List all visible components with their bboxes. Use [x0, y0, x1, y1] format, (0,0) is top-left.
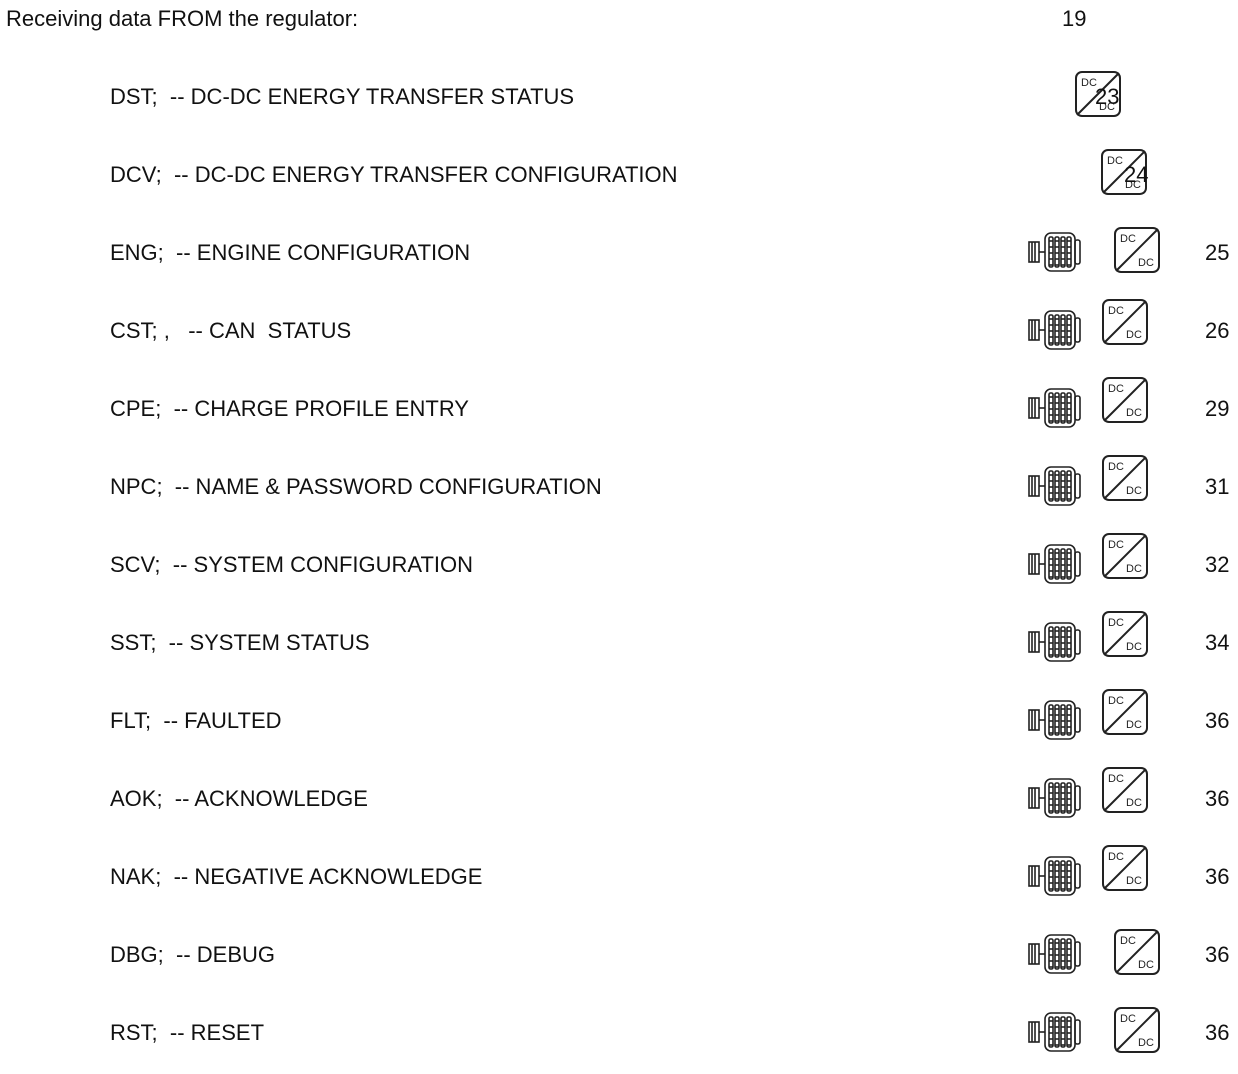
alternator-icon [1028, 622, 1081, 662]
message-page-number: 36 [1205, 1020, 1230, 1045]
message-page-number: 31 [1205, 474, 1230, 499]
dcdc-converter-icon: DCDC [1102, 533, 1148, 579]
svg-text:DC: DC [1138, 1037, 1154, 1049]
svg-text:DC: DC [1108, 383, 1124, 395]
svg-text:DC: DC [1126, 797, 1142, 809]
message-entry: CST; , -- CAN STATUS DC DC 26 [0, 294, 1238, 372]
svg-text:DC: DC [1120, 1013, 1136, 1025]
message-entry: DCV; -- DC-DC ENERGY TRANSFER CONFIGURAT… [0, 138, 1238, 216]
dcdc-converter-icon: DCDC [1102, 767, 1148, 813]
message-label: RST; -- RESET [110, 1020, 265, 1045]
svg-text:DC: DC [1107, 155, 1123, 167]
message-entry: NPC; -- NAME & PASSWORD CONFIGURATION DC D… [0, 450, 1238, 528]
message-page-number: 24 [1124, 162, 1149, 187]
message-label: NAK; -- NEGATIVE ACKNOWLEDGE [110, 864, 483, 889]
alternator-icon [1028, 466, 1081, 506]
message-entry: FLT; -- FAULTED DC DC 36 [0, 684, 1238, 762]
dcdc-converter-icon: DCDC [1114, 929, 1160, 975]
message-page-number: 25 [1205, 240, 1230, 265]
message-page-number: 32 [1205, 552, 1230, 577]
svg-text:DC: DC [1126, 563, 1142, 575]
message-label: CPE; -- CHARGE PROFILE ENTRY [110, 396, 469, 421]
message-label: SST; -- SYSTEM STATUS [110, 630, 370, 655]
svg-text:DC: DC [1120, 935, 1136, 947]
svg-text:DC: DC [1126, 329, 1142, 341]
svg-text:DC: DC [1126, 641, 1142, 653]
svg-text:DC: DC [1138, 959, 1154, 971]
message-entry: DST; -- DC-DC ENERGY TRANSFER STATUS DC DC… [0, 60, 1238, 138]
message-page-number: 34 [1205, 630, 1230, 655]
dcdc-converter-icon: DCDC [1102, 299, 1148, 345]
svg-text:DC: DC [1126, 875, 1142, 887]
svg-text:DC: DC [1108, 461, 1124, 473]
alternator-icon [1028, 856, 1081, 896]
message-page-number: 23 [1095, 84, 1120, 109]
message-entry: SCV; -- SYSTEM CONFIGURATION DC DC 32 [0, 528, 1238, 606]
svg-text:DC: DC [1126, 485, 1142, 497]
alternator-icon [1028, 544, 1081, 584]
message-entry: AOK; -- ACKNOWLEDGE DC DC 36 [0, 762, 1238, 840]
section-page-number: 19 [1062, 6, 1087, 31]
alternator-icon [1028, 700, 1081, 740]
message-page-number: 29 [1205, 396, 1230, 421]
svg-text:DC: DC [1120, 233, 1136, 245]
message-label: NPC; -- NAME & PASSWORD CONFIGURATION [110, 474, 602, 499]
message-label: DST; -- DC-DC ENERGY TRANSFER STATUS [110, 84, 575, 109]
dcdc-converter-icon: DCDC [1102, 689, 1148, 735]
message-page-number: 36 [1205, 864, 1230, 889]
alternator-icon [1028, 778, 1081, 818]
message-label: FLT; -- FAULTED [110, 708, 282, 733]
svg-text:DC: DC [1126, 719, 1142, 731]
svg-text:DC: DC [1108, 539, 1124, 551]
svg-text:DC: DC [1138, 257, 1154, 269]
message-label: DBG; -- DEBUG [110, 942, 276, 967]
message-label: CST; , -- CAN STATUS [110, 318, 352, 343]
dcdc-converter-icon: DCDC [1114, 1007, 1160, 1053]
svg-text:DC: DC [1108, 773, 1124, 785]
message-label: ENG; -- ENGINE CONFIGURATION [110, 240, 471, 265]
dcdc-converter-icon: DCDC [1102, 845, 1148, 891]
message-page-number: 36 [1205, 708, 1230, 733]
message-page-number: 36 [1205, 786, 1230, 811]
alternator-icon [1028, 232, 1081, 272]
svg-text:DC: DC [1108, 305, 1124, 317]
message-label: DCV; -- DC-DC ENERGY TRANSFER CONFIGURAT… [110, 162, 678, 187]
message-page-number: 36 [1205, 942, 1230, 967]
message-entry: DBG; -- DEBUG DC DC 36 [0, 918, 1238, 996]
message-label: AOK; -- ACKNOWLEDGE [110, 786, 368, 811]
message-entry: CPE; -- CHARGE PROFILE ENTRY DC DC 29 [0, 372, 1238, 450]
dcdc-converter-icon: DCDC [1114, 227, 1160, 273]
message-page-number: 26 [1205, 318, 1230, 343]
message-label: SCV; -- SYSTEM CONFIGURATION [110, 552, 474, 577]
message-entry: SST; -- SYSTEM STATUS DC DC 34 [0, 606, 1238, 684]
section-heading: Receiving data FROM the regulator: [6, 6, 359, 31]
svg-text:DC: DC [1126, 407, 1142, 419]
alternator-icon [1028, 310, 1081, 350]
message-entry: RST; -- RESET DC DC 36 [0, 996, 1238, 1074]
dcdc-converter-icon: DCDC [1102, 455, 1148, 501]
alternator-icon [1028, 388, 1081, 428]
svg-text:DC: DC [1108, 695, 1124, 707]
message-entry: ENG; -- ENGINE CONFIGURATION DC DC 25 [0, 216, 1238, 294]
alternator-icon [1028, 934, 1081, 974]
svg-text:DC: DC [1108, 851, 1124, 863]
svg-text:DC: DC [1108, 617, 1124, 629]
message-entry: NAK; -- NEGATIVE ACKNOWLEDGE DC DC 36 [0, 840, 1238, 918]
dcdc-converter-icon: DCDC [1102, 611, 1148, 657]
alternator-icon [1028, 1012, 1081, 1052]
dcdc-converter-icon: DCDC [1102, 377, 1148, 423]
